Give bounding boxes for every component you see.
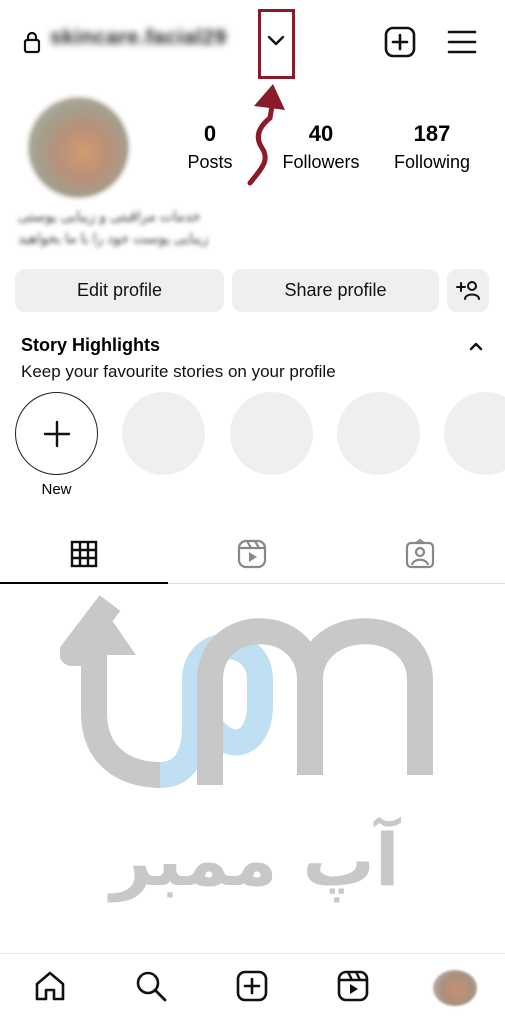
tagged-icon bbox=[405, 539, 435, 569]
profile-avatar[interactable] bbox=[26, 95, 131, 200]
followers-label: Followers bbox=[282, 152, 360, 172]
highlights-subtitle: Keep your favourite stories on your prof… bbox=[21, 362, 336, 381]
edit-profile-button[interactable]: Edit profile bbox=[15, 269, 224, 312]
profile-bio: خدمات مراقبتی و زیبایی پوستی زیبایی پوست… bbox=[18, 205, 268, 249]
share-profile-button[interactable]: Share profile bbox=[232, 269, 439, 312]
chevron-up-icon[interactable] bbox=[468, 340, 484, 352]
followers-stat[interactable]: 40 Followers bbox=[276, 120, 366, 176]
profile-avatar-nav[interactable] bbox=[433, 970, 477, 1006]
grid-icon bbox=[70, 540, 98, 568]
lock-icon bbox=[23, 31, 41, 54]
bio-line: خدمات مراقبتی و زیبایی پوستی bbox=[18, 208, 201, 224]
add-person-icon bbox=[456, 281, 480, 300]
watermark-logo: آپ ممبر bbox=[60, 595, 433, 903]
highlight-placeholder bbox=[444, 392, 505, 475]
posts-stat[interactable]: 0 Posts bbox=[178, 120, 242, 176]
reels-icon[interactable] bbox=[336, 969, 370, 1003]
plus-square-icon[interactable] bbox=[384, 26, 416, 58]
create-icon[interactable] bbox=[235, 969, 269, 1003]
chevron-down-icon[interactable] bbox=[266, 34, 286, 48]
content-tabs bbox=[0, 530, 505, 584]
search-icon[interactable] bbox=[134, 969, 168, 1003]
new-highlight-label: New bbox=[41, 481, 72, 498]
discover-people-button[interactable] bbox=[447, 269, 489, 312]
username[interactable]: skincare.facial29 bbox=[50, 26, 227, 50]
tab-posts-grid[interactable] bbox=[0, 530, 168, 584]
following-label: Following bbox=[393, 152, 471, 172]
bottom-navigation bbox=[0, 953, 505, 1024]
posts-label: Posts bbox=[187, 152, 233, 172]
reels-icon bbox=[237, 539, 267, 569]
posts-count: 0 bbox=[203, 121, 217, 146]
highlight-placeholder bbox=[337, 392, 420, 475]
plus-icon bbox=[43, 420, 71, 448]
highlight-placeholder bbox=[230, 392, 313, 475]
highlight-placeholder bbox=[122, 392, 205, 475]
highlights-title: Story Highlights bbox=[21, 335, 160, 355]
new-highlight-button[interactable] bbox=[15, 392, 98, 475]
profile-header: skincare.facial29 bbox=[0, 0, 505, 86]
tab-reels[interactable] bbox=[168, 530, 336, 584]
followers-count: 40 bbox=[308, 121, 334, 146]
following-count: 187 bbox=[413, 121, 451, 146]
following-stat[interactable]: 187 Following bbox=[386, 120, 478, 176]
hamburger-icon[interactable] bbox=[447, 29, 477, 55]
bio-line: زیبایی پوست خود را با ما بخواهید bbox=[18, 230, 209, 246]
tab-tagged[interactable] bbox=[336, 530, 504, 584]
home-icon[interactable] bbox=[33, 969, 67, 1003]
watermark-text: آپ ممبر bbox=[107, 816, 401, 903]
